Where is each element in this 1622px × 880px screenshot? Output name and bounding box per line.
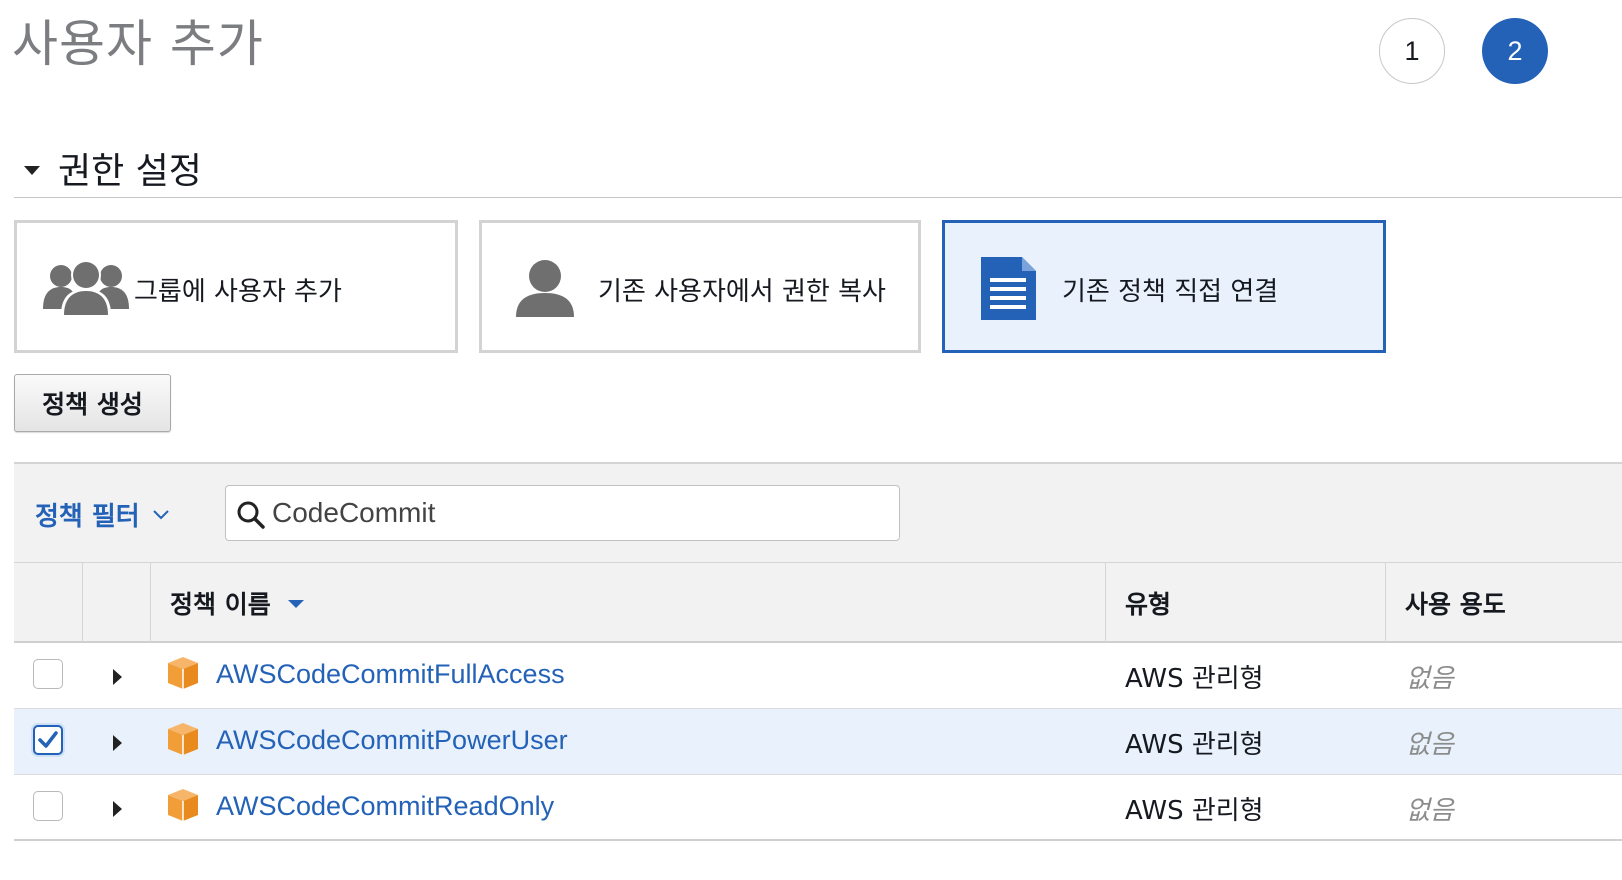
policy-name-link[interactable]: AWSCodeCommitPowerUser — [216, 725, 568, 756]
package-icon — [168, 657, 198, 689]
step-2-indicator[interactable]: 2 — [1482, 18, 1548, 84]
search-box[interactable] — [225, 485, 900, 541]
header-policy-name: 정책 이름 — [170, 590, 271, 619]
create-policy-button[interactable]: 정책 생성 — [14, 374, 171, 432]
header-usage: 사용 용도 — [1405, 590, 1506, 619]
header-policy-name-column[interactable]: 정책 이름 — [150, 563, 1105, 642]
policy-name-link[interactable]: AWSCodeCommitFullAccess — [216, 659, 565, 690]
table-row[interactable]: AWSCodeCommitFullAccess AWS 관리형 없음 — [14, 643, 1622, 709]
expand-caret-icon[interactable] — [113, 801, 122, 817]
policy-type: AWS 관리형 — [1125, 730, 1264, 760]
row-checkbox[interactable] — [33, 659, 63, 689]
checkmark-icon — [38, 731, 58, 748]
policy-filter-label: 정책 필터 — [35, 502, 140, 532]
table-row[interactable]: AWSCodeCommitPowerUser AWS 관리형 없음 — [14, 709, 1622, 775]
section-title: 권한 설정 — [58, 151, 202, 192]
policy-usage: 없음 — [1406, 730, 1454, 760]
collapse-caret-icon[interactable] — [24, 166, 40, 175]
table-header: 정책 이름 유형 사용 용도 — [14, 562, 1622, 643]
policy-name-link[interactable]: AWSCodeCommitReadOnly — [216, 791, 554, 822]
row-checkbox[interactable] — [33, 791, 63, 821]
row-checkbox[interactable] — [33, 725, 63, 755]
header-select-column — [14, 563, 82, 642]
expand-caret-icon[interactable] — [113, 669, 122, 685]
policy-usage: 없음 — [1406, 664, 1454, 694]
option-copy-from-user[interactable]: 기존 사용자에서 권한 복사 — [479, 220, 921, 353]
option-label: 기존 정책 직접 연결 — [1062, 277, 1279, 307]
header-usage-column[interactable]: 사용 용도 — [1385, 563, 1622, 642]
option-label: 그룹에 사용자 추가 — [134, 277, 342, 307]
filter-bar: 정책 필터 — [14, 462, 1622, 562]
header-type: 유형 — [1125, 590, 1172, 619]
header-expand-column — [82, 563, 150, 642]
policy-filter-dropdown[interactable]: 정책 필터 — [35, 496, 170, 533]
sort-desc-icon[interactable] — [287, 599, 305, 609]
policy-usage: 없음 — [1406, 796, 1454, 826]
header-type-column[interactable]: 유형 — [1105, 563, 1385, 642]
table-row[interactable]: AWSCodeCommitReadOnly AWS 관리형 없음 — [14, 775, 1622, 841]
step-1-indicator[interactable]: 1 — [1379, 18, 1445, 84]
policy-type: AWS 관리형 — [1125, 796, 1264, 826]
user-icon — [516, 260, 574, 317]
users-group-icon — [43, 260, 129, 315]
option-add-to-group[interactable]: 그룹에 사용자 추가 — [14, 220, 458, 353]
page-title: 사용자 추가 — [12, 15, 264, 73]
search-icon — [237, 501, 265, 529]
option-attach-policies[interactable]: 기존 정책 직접 연결 — [942, 220, 1386, 353]
option-label: 기존 사용자에서 권한 복사 — [598, 277, 886, 307]
chevron-down-icon — [153, 509, 169, 519]
search-input[interactable] — [272, 494, 872, 532]
permissions-section-header[interactable]: 권한 설정 — [14, 140, 1622, 198]
document-icon — [981, 257, 1036, 320]
policy-type: AWS 관리형 — [1125, 664, 1264, 694]
package-icon — [168, 789, 198, 821]
expand-caret-icon[interactable] — [113, 735, 122, 751]
package-icon — [168, 723, 198, 755]
